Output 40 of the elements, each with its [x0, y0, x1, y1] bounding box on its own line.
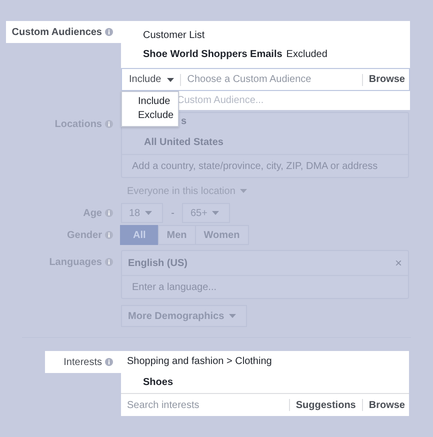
info-icon[interactable]: [105, 358, 113, 366]
gender-option[interactable]: Women: [194, 225, 249, 245]
remove-button[interactable]: ×: [394, 256, 402, 270]
browse-button[interactable]: Browse: [368, 400, 405, 410]
audience-name: Shoe World Shoppers Emails: [143, 49, 282, 60]
info-icon[interactable]: [105, 120, 113, 128]
caret-icon: [145, 211, 152, 215]
age-min-dropdown[interactable]: 18: [121, 203, 164, 223]
location-text: s: [181, 116, 187, 127]
menu-item[interactable]: Exclude: [138, 109, 178, 123]
caret-icon: [167, 78, 174, 82]
gender-option[interactable]: All: [120, 225, 159, 245]
caret-icon: [229, 314, 236, 318]
interest-category: Shopping and fashion > Clothing: [127, 356, 272, 367]
range-separator: -: [171, 208, 174, 218]
caret-icon: [240, 189, 248, 193]
language-value: English (US): [128, 258, 188, 268]
audience-placeholder: Choose a Custom Audience: [187, 74, 312, 85]
info-icon[interactable]: [105, 209, 113, 217]
more-demographics-button[interactable]: More Demographics: [121, 305, 248, 327]
include-dropdown[interactable]: Include: [129, 74, 174, 85]
info-icon[interactable]: [105, 231, 113, 239]
browse-button[interactable]: Browse: [368, 74, 405, 85]
list-heading: Customer List: [143, 30, 205, 41]
age-max-dropdown[interactable]: 65+: [182, 203, 230, 223]
field-label: Custom Audiences: [6, 21, 121, 43]
location-value: All United States: [144, 136, 224, 148]
menu-item[interactable]: Include: [138, 95, 178, 109]
language-input-field[interactable]: Enter a language...: [122, 275, 408, 298]
interest-search-field[interactable]: Search interests: [127, 400, 283, 410]
gender-option[interactable]: Men: [158, 225, 196, 245]
caret-icon: [212, 211, 220, 215]
audience-status: Excluded: [286, 49, 328, 60]
location-input-field[interactable]: Add a country, state/province, city, ZIP, DMA or address: [122, 154, 408, 177]
interest-item: Shoes: [143, 377, 174, 388]
field-label: Interests: [45, 351, 121, 373]
info-icon[interactable]: [105, 258, 113, 266]
suggestions-button[interactable]: Suggestions: [296, 400, 356, 410]
audience-input[interactable]: Include Choose a Custom Audience Browse: [121, 68, 410, 91]
info-icon[interactable]: [105, 28, 113, 36]
